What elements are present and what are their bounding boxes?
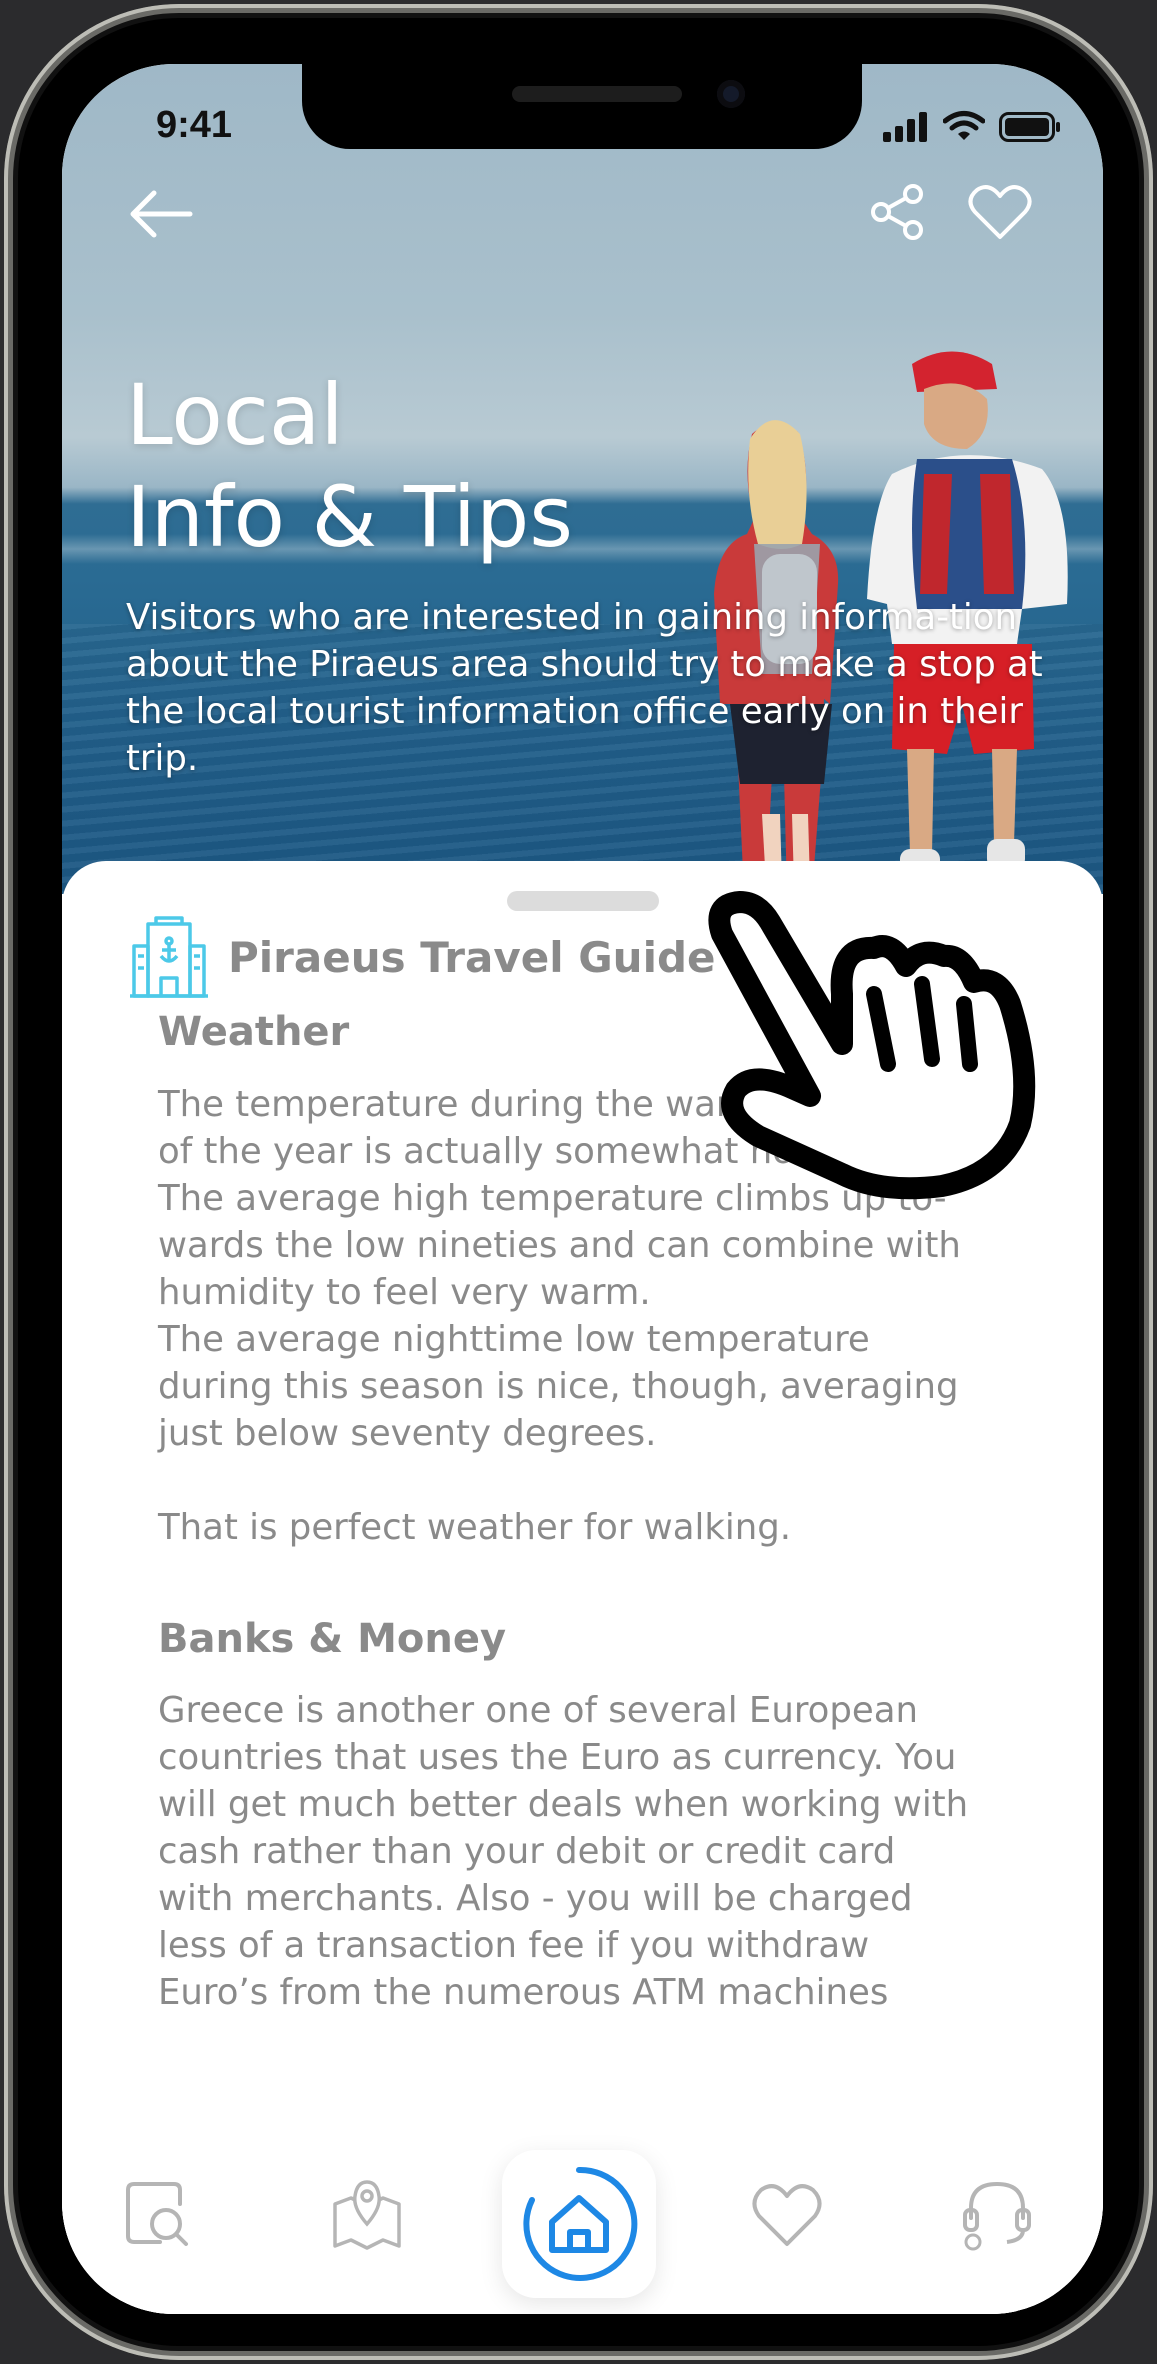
page-title-line2: Info & Tips <box>126 468 574 566</box>
hotel-anchor-building-icon <box>130 916 208 998</box>
support-headset-icon <box>963 2181 1031 2251</box>
hero-description: Visitors who are interested in gaining i… <box>126 597 1043 779</box>
section-heading-banks: Banks & Money <box>158 1616 507 1662</box>
share-icon <box>871 184 923 240</box>
heart-outline-icon <box>968 185 1032 239</box>
wifi-icon <box>943 111 985 140</box>
status-time: 9:41 <box>156 104 233 146</box>
guide-title: Piraeus Travel Guide <box>228 933 716 982</box>
tab-search[interactable] <box>122 2174 202 2254</box>
favorite-button[interactable] <box>967 182 1033 242</box>
search-document-icon <box>126 2182 188 2246</box>
tab-map[interactable] <box>327 2174 407 2254</box>
page-title: Local Info & Tips <box>126 364 573 568</box>
section-body-banks: Greece is another one of several Europea… <box>158 1690 969 2013</box>
signal-icon <box>883 112 927 142</box>
hero-image: 9:41 Local Info & Tips Visitors who are … <box>62 64 1103 894</box>
tab-favorites[interactable] <box>747 2174 827 2254</box>
heart-icon <box>752 2184 822 2246</box>
app-screen: 9:41 Local Info & Tips Visitors who are … <box>62 64 1103 2314</box>
battery-icon <box>999 112 1060 142</box>
phone-frame: 9:41 Local Info & Tips Visitors who are … <box>4 4 1153 2360</box>
share-button[interactable] <box>867 182 927 242</box>
swipe-hand-icon <box>708 891 1036 1200</box>
section-heading-weather: Weather <box>158 1009 350 1055</box>
arrow-left-icon <box>130 190 193 238</box>
device-notch <box>302 64 862 149</box>
tab-support[interactable] <box>957 2174 1037 2254</box>
status-icons <box>883 110 1061 142</box>
bottom-tab-bar <box>62 2094 1103 2314</box>
page-title-line1: Local <box>126 366 344 464</box>
tab-home[interactable] <box>502 2150 656 2298</box>
home-icon <box>523 2166 638 2281</box>
map-pin-icon <box>333 2180 401 2250</box>
back-button[interactable] <box>126 184 196 244</box>
sheet-grab-handle[interactable] <box>507 891 659 911</box>
